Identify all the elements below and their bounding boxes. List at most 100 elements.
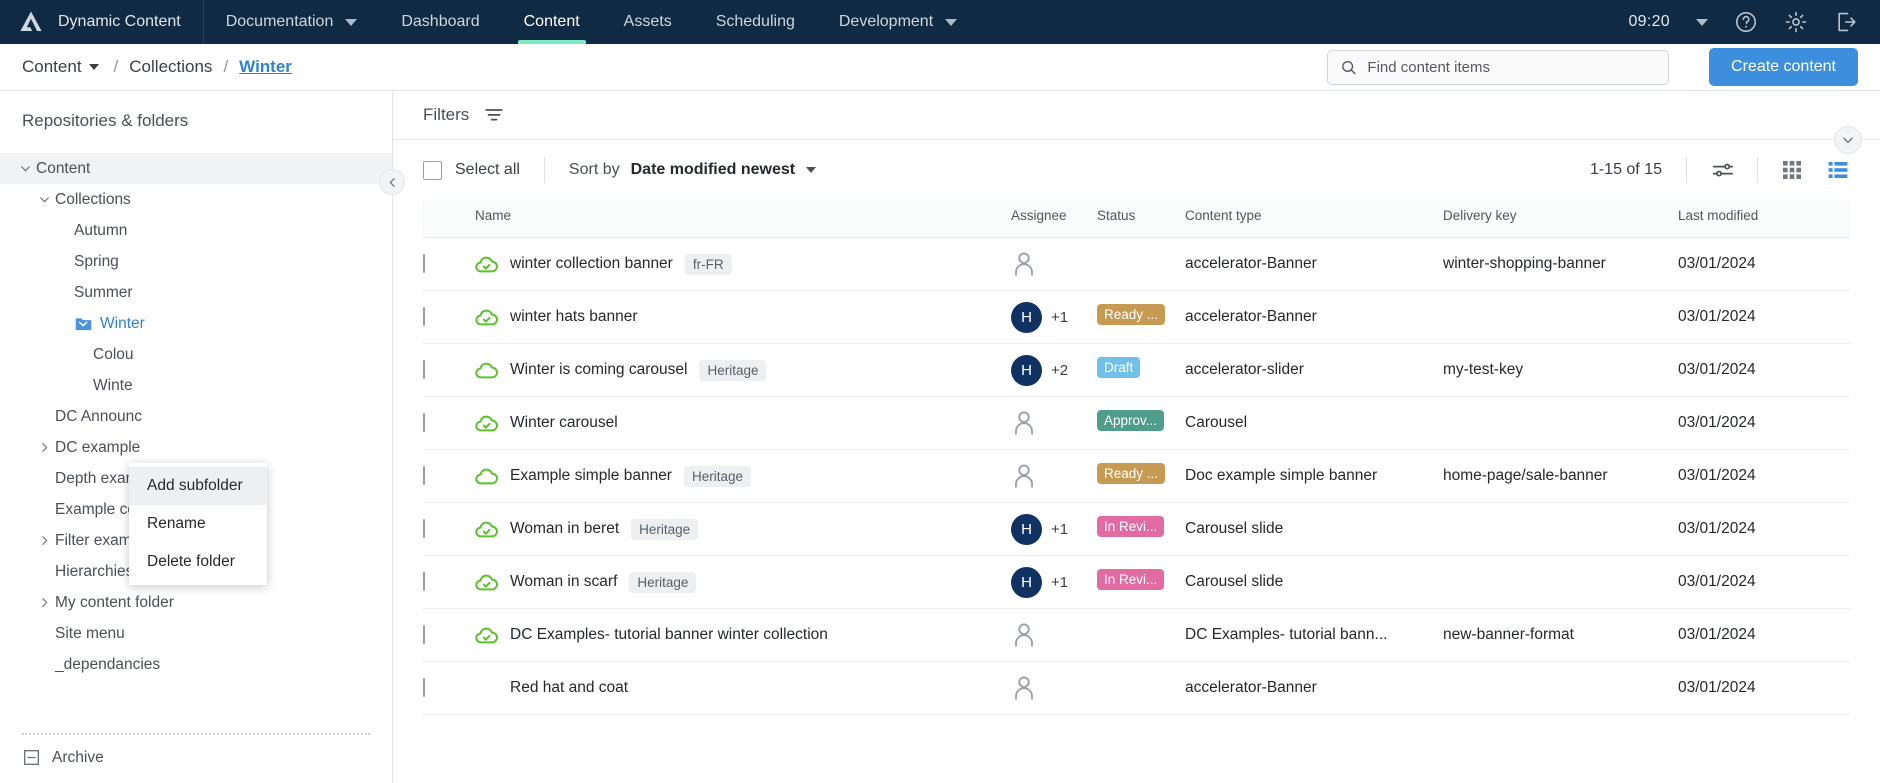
assignee-overflow-count: +2 [1051, 361, 1069, 379]
select-all-checkbox[interactable] [423, 160, 442, 180]
filter-icon[interactable] [483, 104, 505, 126]
context-menu-item-delete-folder[interactable]: Delete folder [129, 543, 267, 581]
row-checkbox[interactable] [423, 572, 425, 591]
sidebar-item-autumn[interactable]: Autumn [0, 215, 392, 246]
sidebar-item-dc-announc[interactable]: DC Announc [0, 401, 392, 432]
nav-item-content[interactable]: Content [502, 0, 602, 44]
sidebar-item-spring[interactable]: Spring [0, 246, 392, 277]
sidebar-item-colou[interactable]: Colou [0, 339, 392, 370]
table-row[interactable]: Example simple banner Heritage Ready ... Do… [423, 449, 1850, 503]
tree-toggle[interactable] [33, 534, 55, 547]
row-checkbox[interactable] [423, 466, 425, 485]
nav-item-scheduling[interactable]: Scheduling [694, 0, 817, 44]
grid-view-icon[interactable] [1780, 158, 1804, 182]
table-row[interactable]: Red hat and coat accelerator-Banner 03/01/… [423, 661, 1850, 715]
logout-icon[interactable] [1834, 10, 1858, 34]
chevron-down-icon[interactable] [945, 18, 958, 26]
row-checkbox[interactable] [423, 307, 425, 326]
context-menu-item-rename[interactable]: Rename [129, 505, 267, 543]
tree-toggle[interactable] [14, 162, 36, 175]
sidebar-item-my-content-folder[interactable]: My content folder [0, 587, 392, 618]
content-item-name[interactable]: winter hats banner [510, 308, 638, 326]
sidebar-item-dependancies[interactable]: _dependancies [0, 649, 392, 680]
row-status-cell: Approv... [1097, 396, 1185, 450]
breadcrumb-caret-icon[interactable] [88, 64, 99, 70]
chevron-right-icon [41, 598, 47, 607]
row-checkbox[interactable] [423, 254, 425, 273]
table-row[interactable]: winter collection banner fr-FR accelerator… [423, 237, 1850, 291]
select-all-control[interactable]: Select all [423, 160, 520, 180]
sidebar-collapse-button[interactable] [379, 169, 405, 195]
avatar[interactable]: H [1011, 566, 1042, 598]
nav-item-label: Content [523, 13, 580, 30]
nav-item-label: Dashboard [401, 13, 480, 30]
sort-by-control[interactable]: Sort by Date modified newest [569, 161, 817, 179]
search-box[interactable] [1327, 49, 1670, 85]
sidebar-item-collections[interactable]: Collections [0, 184, 392, 215]
row-checkbox[interactable] [423, 413, 425, 432]
help-icon[interactable] [1734, 10, 1758, 34]
table-header-row: Name Assignee Status Content type Delive… [423, 200, 1850, 238]
row-checkbox-cell [423, 237, 475, 291]
main-panel: Filters Select all Sort by Date modified… [393, 91, 1880, 783]
delivery-key-value: my-test-key [1443, 361, 1524, 378]
content-item-name[interactable]: Winter carousel [510, 414, 618, 432]
filters-label[interactable]: Filters [423, 105, 469, 125]
nav-item-label: Assets [623, 13, 672, 30]
brand-area[interactable]: Dynamic Content [0, 0, 204, 44]
row-checkbox[interactable] [423, 678, 425, 697]
table-row[interactable]: Woman in scarf Heritage H +1 In Revi... Carou… [423, 555, 1850, 609]
content-item-name[interactable]: Woman in scarf [510, 573, 617, 591]
content-item-name[interactable]: DC Examples- tutorial banner winter coll… [510, 626, 828, 644]
content-item-name[interactable]: Example simple banner [510, 467, 672, 485]
sidebar-item-summer[interactable]: Summer [0, 277, 392, 308]
sidebar-item-dc-example[interactable]: DC example [0, 432, 392, 463]
nav-item-documentation[interactable]: Documentation [204, 0, 380, 44]
table-row[interactable]: Winter is coming carousel Heritage H +2 Draf… [423, 343, 1850, 397]
breadcrumb-current[interactable]: Winter [239, 57, 292, 77]
sidebar-item-archive[interactable]: Archive [0, 735, 392, 783]
content-item-name[interactable]: winter collection banner [510, 255, 673, 273]
row-checkbox[interactable] [423, 625, 425, 644]
nav-item-development[interactable]: Development [817, 0, 979, 44]
table-row[interactable]: winter hats banner H +1 Ready ... accelerato… [423, 290, 1850, 344]
sort-by-caret-icon[interactable] [806, 167, 817, 173]
row-checkbox[interactable] [423, 519, 425, 538]
row-checkbox[interactable] [423, 360, 425, 379]
tree-toggle[interactable] [33, 193, 55, 206]
scroll-down-button[interactable] [1834, 126, 1862, 154]
row-delivery-key-cell [1443, 502, 1678, 556]
tree-toggle[interactable] [33, 596, 55, 609]
user-caret-icon[interactable] [1696, 18, 1708, 26]
table-row[interactable]: DC Examples- tutorial banner winter coll… [423, 608, 1850, 662]
row-status-cell [1097, 661, 1185, 715]
context-menu-item-add-subfolder[interactable]: Add subfolder [129, 467, 267, 505]
tree-toggle[interactable] [33, 441, 55, 454]
content-item-name[interactable]: Red hat and coat [510, 679, 628, 697]
breadcrumb-collections[interactable]: Collections [129, 57, 212, 77]
nav-item-dashboard[interactable]: Dashboard [379, 0, 501, 44]
sidebar-item-winte[interactable]: Winte [0, 370, 392, 401]
avatar[interactable]: H [1011, 354, 1042, 386]
assignee-overflow-count: +1 [1051, 308, 1069, 326]
content-table-wrapper: Name Assignee Status Content type Delive… [393, 200, 1880, 783]
table-row[interactable]: Woman in beret Heritage H +1 In Revi... Carou… [423, 502, 1850, 556]
table-row[interactable]: Winter carousel Approv... Carousel 03/01/20… [423, 396, 1850, 450]
gear-icon[interactable] [1784, 10, 1808, 34]
content-item-name[interactable]: Woman in beret [510, 520, 619, 538]
sidebar-item-site-menu[interactable]: Site menu [0, 618, 392, 649]
row-content-type-cell: accelerator-slider [1185, 343, 1443, 397]
content-item-name[interactable]: Winter is coming carousel [510, 361, 687, 379]
avatar[interactable]: H [1011, 301, 1042, 333]
create-content-button[interactable]: Create content [1709, 48, 1858, 86]
breadcrumb-root[interactable]: Content [22, 57, 82, 77]
nav-item-assets[interactable]: Assets [602, 0, 694, 44]
sidebar-item-content[interactable]: Content [0, 153, 392, 184]
search-input[interactable] [1367, 58, 1657, 76]
settings-sliders-icon[interactable] [1711, 158, 1735, 182]
chevron-down-icon[interactable] [345, 18, 358, 26]
sidebar-item-winter[interactable]: Winter [0, 308, 392, 339]
list-view-icon[interactable] [1826, 158, 1850, 182]
cloud-published-icon [475, 521, 498, 537]
avatar[interactable]: H [1011, 513, 1042, 545]
